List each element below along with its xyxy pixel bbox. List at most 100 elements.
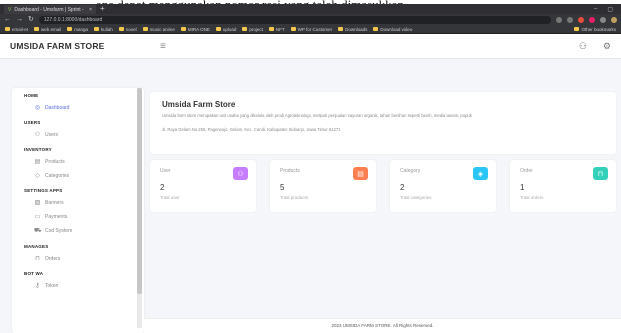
forward-icon[interactable]: →: [16, 16, 23, 23]
bookmark-label: WP for Customer: [297, 26, 333, 32]
sidebar-scrollbar[interactable]: [137, 88, 142, 328]
bookmark-item[interactable]: MIRA ONE: [180, 27, 210, 32]
sidebar-item-users[interactable]: ⚇ Users: [12, 128, 144, 142]
folder-icon: [338, 27, 344, 31]
bookmark-item[interactable]: email-et: [5, 27, 28, 32]
bookmark-item[interactable]: project: [242, 27, 263, 32]
bookmark-label: Download video: [380, 26, 413, 32]
scrollbar-thumb[interactable]: [137, 88, 142, 294]
stat-value: 2: [400, 183, 405, 192]
truck-icon: ⛟: [34, 228, 42, 234]
bookmark-label: email-et: [12, 26, 29, 32]
app-header: UMSIDA FARM STORE ≡ ⚇ ⚙: [0, 34, 621, 59]
new-tab-icon[interactable]: +: [100, 5, 105, 13]
bookmark-label: Other bookmarks: [581, 26, 616, 32]
sidebar-item-products[interactable]: ▤ Products: [12, 155, 144, 169]
users-icon: ⚇: [34, 132, 41, 138]
stat-note: Total user: [160, 195, 180, 200]
bookmark-item[interactable]: Other bookmarks: [574, 27, 616, 32]
gear-icon[interactable]: ⚙: [603, 41, 611, 52]
share-icon[interactable]: [556, 16, 562, 23]
sidebar-item-label: Payments: [45, 213, 68, 220]
url-text: 127.0.0.1:8000/dashboard: [43, 16, 103, 23]
sidebar-item-payments[interactable]: ▭ Payments: [12, 210, 144, 224]
bookmarks-bar: email-et web email manga kuliah novel music a…: [0, 25, 621, 34]
folder-icon: [94, 27, 100, 31]
sidebar-item-label: Products: [45, 158, 65, 165]
stat-note: Total orders: [520, 195, 544, 200]
bookmark-item[interactable]: NFT: [268, 26, 285, 32]
sidebar-section-title: USERS: [24, 120, 41, 125]
sidebar-item-label: Users: [45, 131, 59, 138]
sidebar-item-categories[interactable]: ◇ Categories: [12, 169, 144, 183]
extension-icon[interactable]: [589, 16, 595, 23]
bookmark-item[interactable]: manga: [67, 27, 88, 32]
card-icon: ▭: [34, 214, 41, 220]
tab-title: Dashboard - Umsfarm | Sprint -: [14, 6, 84, 13]
sidebar-item-label: Categories: [45, 172, 70, 179]
url-field[interactable]: 127.0.0.1:8000/dashboard: [38, 15, 551, 24]
extension-icon[interactable]: [578, 16, 584, 23]
bookmark-label: kuliah: [101, 26, 113, 32]
sidebar-section-title: SETTINGS APPS: [24, 188, 63, 193]
sidebar-item-label: Banners: [45, 199, 64, 206]
stat-value: 1: [520, 183, 525, 192]
bookmark-item[interactable]: kuliah: [94, 27, 113, 32]
sidebar: HOME ◎ Dashboard USERS ⚇ Users INVENTORY ▤ Produ…: [12, 88, 144, 333]
stat-card-products: Products 5 Total products ▤: [270, 160, 376, 212]
stat-card-user: User 2 Total user ⚇: [150, 160, 256, 212]
bookmark-label: manga: [74, 26, 89, 32]
box-icon: ▤: [353, 167, 368, 180]
folder-icon: [290, 27, 296, 31]
folder-icon: [67, 27, 73, 31]
bookmark-label: music anime: [149, 26, 175, 32]
bookmark-item[interactable]: music anime: [142, 26, 175, 32]
bookmark-label: novel: [125, 26, 137, 32]
sidebar-item-banners[interactable]: ▨ Banners: [12, 196, 144, 210]
star-icon[interactable]: [567, 16, 573, 23]
tag-icon: ◇: [35, 173, 40, 179]
bookmark-item[interactable]: Downloads: [338, 27, 367, 32]
reload-icon[interactable]: ↻: [28, 16, 34, 23]
bookmark-label: project: [249, 26, 263, 32]
sidebar-item-label: Dashboard: [45, 104, 70, 111]
sidebar-item-cod-system[interactable]: ⛟ Cod System: [12, 224, 144, 239]
cart-icon: ⊓: [35, 256, 40, 262]
image-icon: ▨: [34, 200, 41, 206]
tab-favicon-icon: V: [8, 6, 12, 13]
tag-icon: ◈: [473, 167, 488, 180]
sidebar-item-label: Orders: [45, 255, 61, 262]
maximize-icon[interactable]: ▢: [607, 6, 613, 13]
bookmark-item[interactable]: novel: [118, 26, 137, 32]
page-footer: 2023 UMSIDA FARM STORE. All Rights Reser…: [144, 318, 621, 333]
profile-icon[interactable]: [611, 16, 617, 23]
folder-icon: [242, 27, 248, 31]
stat-note: Total products: [280, 195, 309, 200]
box-icon: ▤: [34, 159, 41, 165]
stat-value: 5: [280, 183, 285, 192]
welcome-card: Umsida Farm Store Umsida farm store meru…: [150, 92, 616, 154]
bookmark-item[interactable]: web email: [34, 27, 61, 32]
sidebar-item-orders[interactable]: ⊓ Orders: [12, 252, 144, 266]
cart-icon: ⊓: [593, 167, 608, 180]
bookmark-item[interactable]: upload: [215, 27, 236, 32]
back-icon[interactable]: ←: [4, 16, 11, 23]
sidebar-section-title: BOT WA: [24, 271, 44, 276]
user-icon[interactable]: ⚇: [579, 41, 587, 52]
sidebar-section-title: MANAGES: [24, 244, 49, 249]
tab-close-icon[interactable]: ×: [89, 7, 92, 13]
browser-tab[interactable]: V Dashboard - Umsfarm | Sprint - ×: [4, 5, 96, 14]
bookmark-item[interactable]: Download video: [373, 27, 412, 32]
sidebar-item-token[interactable]: ⚷ Token: [12, 279, 144, 293]
sidebar-section-title: INVENTORY: [24, 147, 52, 152]
menu-toggle-icon[interactable]: ≡: [160, 41, 166, 52]
tab-bar: V Dashboard - Umsfarm | Sprint - × + – ▢: [0, 4, 621, 14]
store-address: Jl. Raya Gelam No.250, Pagerwojo, Gelam,…: [162, 127, 341, 132]
app-brand[interactable]: UMSIDA FARM STORE: [10, 41, 160, 51]
minimize-icon[interactable]: –: [594, 6, 597, 13]
puzzle-icon[interactable]: [600, 16, 606, 23]
bookmark-label: NFT: [275, 26, 285, 32]
sidebar-item-dashboard[interactable]: ◎ Dashboard: [12, 101, 144, 115]
bookmark-label: Downloads: [345, 26, 368, 32]
bookmark-item[interactable]: WP for Customer: [290, 26, 333, 32]
